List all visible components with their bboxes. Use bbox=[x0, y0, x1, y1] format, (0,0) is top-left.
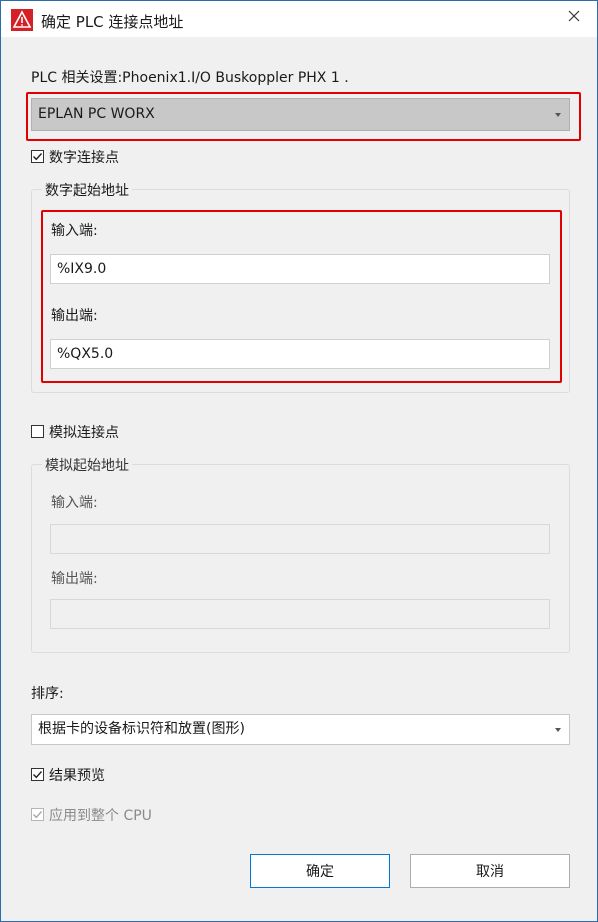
window-title: 确定 PLC 连接点地址 bbox=[41, 13, 184, 31]
digital-group-title: 数字起始地址 bbox=[42, 180, 132, 200]
cancel-button[interactable]: 取消 bbox=[410, 854, 570, 888]
digital-output-field[interactable]: %QX5.0 bbox=[50, 339, 550, 369]
plc-type-value: EPLAN PC WORX bbox=[38, 106, 155, 122]
result-preview-checkbox[interactable] bbox=[31, 768, 44, 781]
close-icon bbox=[568, 10, 580, 22]
close-button[interactable] bbox=[551, 1, 597, 31]
title-bar: 确定 PLC 连接点地址 bbox=[1, 1, 597, 37]
sort-dropdown[interactable]: 根据卡的设备标识符和放置(图形) bbox=[31, 714, 570, 745]
chevron-down-icon bbox=[555, 113, 561, 117]
dialog-window: 确定 PLC 连接点地址 PLC 相关设置:Phoenix1.I/O Busko… bbox=[0, 0, 598, 922]
plc-settings-label: PLC 相关设置:Phoenix1.I/O Buskoppler PHX 1 . bbox=[31, 70, 349, 86]
result-preview-label: 结果预览 bbox=[49, 768, 105, 784]
digital-output-label: 输出端: bbox=[51, 308, 98, 324]
chevron-down-icon bbox=[555, 728, 561, 732]
digital-input-value: %IX9.0 bbox=[57, 261, 107, 277]
plc-type-dropdown[interactable]: EPLAN PC WORX bbox=[31, 98, 570, 131]
checkmark-icon bbox=[33, 811, 43, 819]
apply-to-cpu-checkbox[interactable] bbox=[31, 808, 44, 821]
eplan-app-icon bbox=[11, 9, 33, 31]
analog-output-field[interactable] bbox=[50, 599, 550, 629]
digital-input-label: 输入端: bbox=[51, 223, 98, 239]
digital-connection-checkbox[interactable] bbox=[31, 150, 44, 163]
apply-to-cpu-label: 应用到整个 CPU bbox=[49, 808, 152, 824]
analog-input-field[interactable] bbox=[50, 524, 550, 554]
ok-button[interactable]: 确定 bbox=[250, 854, 390, 888]
analog-output-label: 输出端: bbox=[51, 571, 98, 587]
checkmark-icon bbox=[33, 771, 43, 779]
analog-connection-checkbox[interactable] bbox=[31, 425, 44, 438]
digital-output-value: %QX5.0 bbox=[57, 346, 114, 362]
digital-connection-label: 数字连接点 bbox=[49, 150, 119, 166]
analog-group-title: 模拟起始地址 bbox=[42, 455, 132, 475]
analog-input-label: 输入端: bbox=[51, 495, 98, 511]
digital-input-field[interactable]: %IX9.0 bbox=[50, 254, 550, 284]
analog-connection-label: 模拟连接点 bbox=[49, 425, 119, 441]
sort-label: 排序: bbox=[31, 686, 64, 702]
sort-value: 根据卡的设备标识符和放置(图形) bbox=[38, 721, 245, 737]
checkmark-icon bbox=[33, 153, 43, 161]
